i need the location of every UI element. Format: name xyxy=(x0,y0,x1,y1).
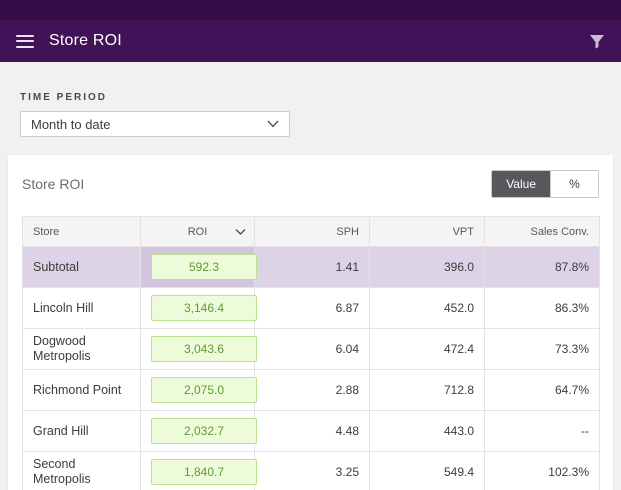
sales-conv-cell: 73.3% xyxy=(484,328,600,370)
column-header-sph[interactable]: SPH xyxy=(254,216,370,247)
store-roi-card: Store ROI Value % Store ROI SPH VPT Sale… xyxy=(8,155,613,490)
sph-cell: 1.41 xyxy=(254,246,370,288)
column-header-vpt[interactable]: VPT xyxy=(369,216,485,247)
status-strip xyxy=(0,0,621,20)
roi-value-pill: 592.3 xyxy=(151,254,257,280)
store-roi-table: Store ROI SPH VPT Sales Conv. Subtotal 5… xyxy=(22,216,600,490)
store-cell: Dogwood Metropolis xyxy=(22,328,141,370)
sales-conv-cell: 102.3% xyxy=(484,451,600,490)
store-cell: Second Metropolis xyxy=(22,451,141,490)
store-cell: Subtotal xyxy=(22,246,141,288)
column-header-roi[interactable]: ROI xyxy=(140,216,255,247)
roi-value-pill: 2,075.0 xyxy=(151,377,257,403)
roi-cell: 2,032.7 xyxy=(140,410,257,452)
roi-cell: 3,146.4 xyxy=(140,287,257,329)
sales-conv-cell: -- xyxy=(484,410,600,452)
table-row[interactable]: Subtotal 592.3 1.41 396.0 87.8% xyxy=(22,246,600,288)
vpt-cell: 712.8 xyxy=(369,369,485,411)
roi-value-pill: 3,043.6 xyxy=(151,336,257,362)
app-header: Store ROI xyxy=(0,20,621,62)
store-cell: Grand Hill xyxy=(22,410,141,452)
table-row[interactable]: Second Metropolis 1,840.7 3.25 549.4 102… xyxy=(22,451,600,490)
vpt-cell: 472.4 xyxy=(369,328,485,370)
toggle-option-value[interactable]: Value xyxy=(492,171,550,197)
table-body: Subtotal 592.3 1.41 396.0 87.8% Lincoln … xyxy=(22,246,600,490)
roi-cell: 2,075.0 xyxy=(140,369,257,411)
filter-funnel-icon[interactable] xyxy=(589,34,605,49)
sales-conv-cell: 87.8% xyxy=(484,246,600,288)
table-row[interactable]: Lincoln Hill 3,146.4 6.87 452.0 86.3% xyxy=(22,287,600,329)
card-title: Store ROI xyxy=(22,176,85,192)
sph-cell: 6.04 xyxy=(254,328,370,370)
vpt-cell: 443.0 xyxy=(369,410,485,452)
sph-cell: 4.48 xyxy=(254,410,370,452)
chevron-down-icon xyxy=(267,120,279,128)
hamburger-menu-icon[interactable] xyxy=(16,34,34,48)
time-period-value: Month to date xyxy=(31,116,111,132)
toggle-option-percent[interactable]: % xyxy=(550,171,598,197)
store-cell: Lincoln Hill xyxy=(22,287,141,329)
sales-conv-cell: 86.3% xyxy=(484,287,600,329)
roi-cell: 592.3 xyxy=(140,246,257,288)
column-header-store[interactable]: Store xyxy=(22,216,141,247)
vpt-cell: 396.0 xyxy=(369,246,485,288)
table-header-row: Store ROI SPH VPT Sales Conv. xyxy=(22,216,600,247)
table-row[interactable]: Dogwood Metropolis 3,043.6 6.04 472.4 73… xyxy=(22,328,600,370)
column-header-roi-label: ROI xyxy=(187,225,208,238)
vpt-cell: 549.4 xyxy=(369,451,485,490)
table-row[interactable]: Grand Hill 2,032.7 4.48 443.0 -- xyxy=(22,410,600,452)
value-percent-toggle: Value % xyxy=(491,170,599,198)
roi-value-pill: 3,146.4 xyxy=(151,295,257,321)
column-header-sales-conv[interactable]: Sales Conv. xyxy=(484,216,600,247)
sph-cell: 3.25 xyxy=(254,451,370,490)
vpt-cell: 452.0 xyxy=(369,287,485,329)
filters-section: TIME PERIOD Month to date xyxy=(0,62,621,137)
sales-conv-cell: 64.7% xyxy=(484,369,600,411)
roi-cell: 3,043.6 xyxy=(140,328,257,370)
sph-cell: 6.87 xyxy=(254,287,370,329)
sort-chevron-down-icon[interactable] xyxy=(235,228,246,235)
sph-cell: 2.88 xyxy=(254,369,370,411)
store-cell: Richmond Point xyxy=(22,369,141,411)
roi-cell: 1,840.7 xyxy=(140,451,257,490)
roi-value-pill: 1,840.7 xyxy=(151,459,257,485)
table-row[interactable]: Richmond Point 2,075.0 2.88 712.8 64.7% xyxy=(22,369,600,411)
card-header: Store ROI Value % xyxy=(8,155,613,211)
roi-value-pill: 2,032.7 xyxy=(151,418,257,444)
time-period-label: TIME PERIOD xyxy=(20,92,108,103)
page-title: Store ROI xyxy=(49,32,122,49)
time-period-select[interactable]: Month to date xyxy=(20,111,290,137)
